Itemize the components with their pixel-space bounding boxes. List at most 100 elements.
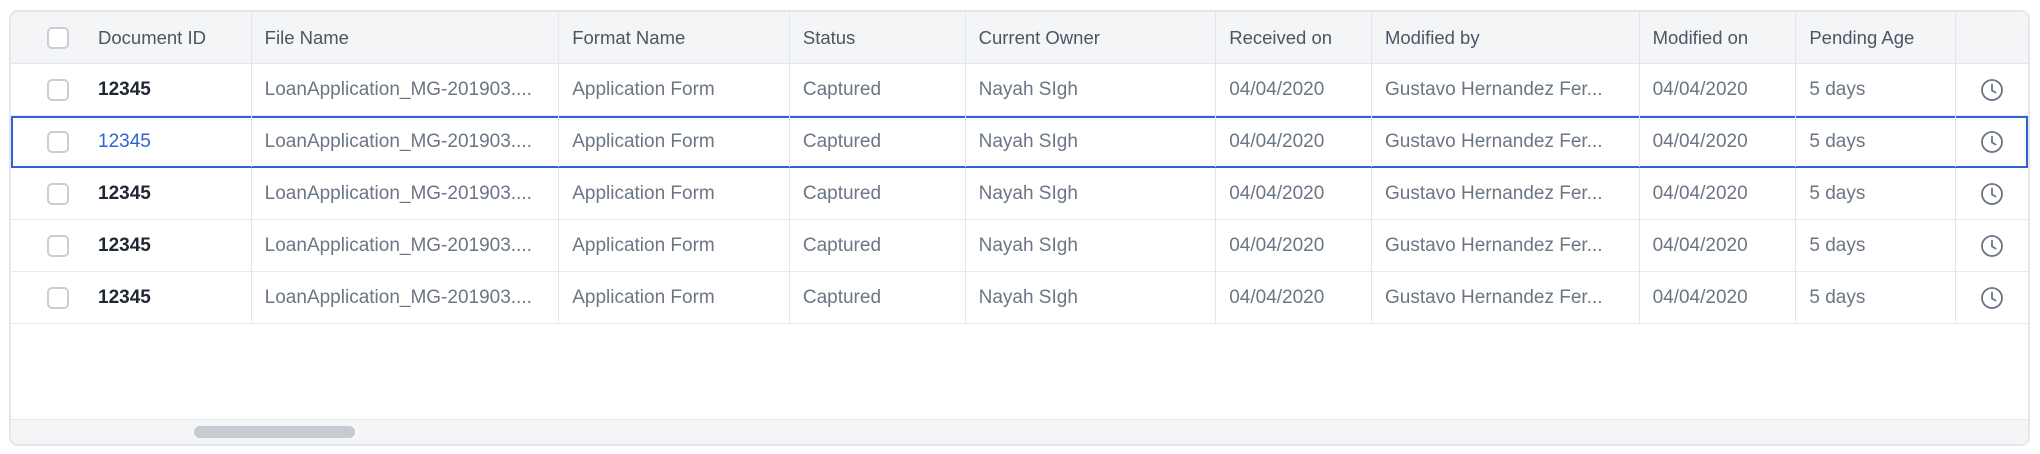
received-date: 04/04/2020 [1229, 130, 1325, 152]
clock-icon[interactable] [1980, 234, 2004, 258]
row-checkbox[interactable] [47, 78, 69, 101]
clock-icon[interactable] [1980, 130, 2004, 154]
cell-document-id: 12345 [11, 64, 252, 115]
format-name: Application Form [572, 78, 715, 100]
cell-modified-by: Gustavo Hernandez Fer... [1372, 64, 1640, 115]
table-row[interactable]: 12345 LoanApplication_MG-201903.... Appl… [11, 168, 2028, 220]
status-text: Captured [802, 78, 882, 100]
cell-format-name: Application Form [559, 64, 790, 115]
header-label: Format Name [572, 26, 686, 48]
modified-by-name: Gustavo Hernandez Fer... [1384, 78, 1603, 100]
header-label: Modified by [1384, 26, 1480, 48]
modified-by-name: Gustavo Hernandez Fer... [1384, 130, 1603, 152]
format-name: Application Form [572, 130, 715, 152]
cell-format-name: Application Form [559, 116, 790, 167]
cell-status: Captured [790, 272, 966, 323]
document-id-link[interactable]: 12345 [98, 79, 151, 101]
file-name: LoanApplication_MG-201903.... [264, 130, 532, 152]
clock-icon[interactable] [1980, 182, 2004, 206]
cell-received-on: 04/04/2020 [1216, 168, 1372, 219]
cell-received-on: 04/04/2020 [1216, 220, 1372, 271]
header-modified-by[interactable]: Modified by [1372, 12, 1640, 63]
row-checkbox[interactable] [47, 130, 69, 153]
table-row[interactable]: 12345 LoanApplication_MG-201903.... Appl… [11, 220, 2028, 272]
table-row[interactable]: 12345 LoanApplication_MG-201903.... Appl… [11, 116, 2028, 168]
cell-format-name: Application Form [559, 272, 790, 323]
table-row[interactable]: 12345 LoanApplication_MG-201903.... Appl… [11, 272, 2028, 324]
clock-icon[interactable] [1980, 78, 2004, 102]
row-checkbox[interactable] [47, 286, 69, 309]
modified-by-name: Gustavo Hernandez Fer... [1384, 234, 1603, 256]
cell-status: Captured [790, 64, 966, 115]
cell-document-id: 12345 [11, 116, 252, 167]
header-modified-on[interactable]: Modified on [1640, 12, 1797, 63]
cell-current-owner: Nayah SIgh [966, 116, 1217, 167]
status-text: Captured [802, 130, 882, 152]
document-id-link[interactable]: 12345 [98, 235, 151, 257]
header-format-name[interactable]: Format Name [559, 12, 790, 63]
header-label: Status [802, 26, 856, 48]
header-file-name[interactable]: File Name [252, 12, 560, 63]
header-status[interactable]: Status [790, 12, 966, 63]
pending-age: 5 days [1809, 182, 1866, 204]
cell-pending-age: 5 days [1796, 64, 1957, 115]
cell-format-name: Application Form [559, 220, 790, 271]
pending-age: 5 days [1809, 78, 1866, 100]
document-id-link[interactable]: 12345 [98, 183, 151, 205]
owner-name: Nayah SIgh [978, 286, 1078, 308]
modified-by-name: Gustavo Hernandez Fer... [1384, 286, 1603, 308]
cell-status: Captured [790, 116, 966, 167]
cell-file-name: LoanApplication_MG-201903.... [252, 220, 560, 271]
row-checkbox[interactable] [47, 182, 69, 205]
header-label: Pending Age [1809, 26, 1915, 48]
status-text: Captured [802, 182, 882, 204]
header-document-id[interactable]: Document ID [11, 12, 252, 63]
format-name: Application Form [572, 234, 715, 256]
cell-pending-age: 5 days [1796, 168, 1957, 219]
header-label: Received on [1229, 26, 1333, 48]
select-all-checkbox[interactable] [47, 26, 69, 49]
status-text: Captured [802, 286, 882, 308]
document-id-link[interactable]: 12345 [98, 287, 151, 309]
file-name: LoanApplication_MG-201903.... [264, 286, 532, 308]
cell-pending-age: 5 days [1796, 220, 1957, 271]
header-actions [1956, 12, 2028, 63]
cell-modified-on: 04/04/2020 [1640, 64, 1797, 115]
modified-date: 04/04/2020 [1652, 130, 1748, 152]
cell-modified-on: 04/04/2020 [1640, 220, 1797, 271]
cell-modified-on: 04/04/2020 [1640, 272, 1797, 323]
cell-status: Captured [790, 220, 966, 271]
cell-current-owner: Nayah SIgh [966, 220, 1217, 271]
file-name: LoanApplication_MG-201903.... [264, 234, 532, 256]
received-date: 04/04/2020 [1229, 78, 1325, 100]
cell-current-owner: Nayah SIgh [966, 168, 1217, 219]
table-row[interactable]: 12345 LoanApplication_MG-201903.... Appl… [11, 64, 2028, 116]
scrollbar-thumb[interactable] [194, 426, 355, 438]
clock-icon[interactable] [1980, 286, 2004, 310]
document-id-link[interactable]: 12345 [98, 131, 151, 153]
cell-file-name: LoanApplication_MG-201903.... [252, 168, 560, 219]
cell-status: Captured [790, 168, 966, 219]
horizontal-scrollbar[interactable] [11, 419, 2028, 444]
cell-document-id: 12345 [11, 220, 252, 271]
cell-received-on: 04/04/2020 [1216, 272, 1372, 323]
header-received-on[interactable]: Received on [1216, 12, 1372, 63]
owner-name: Nayah SIgh [978, 78, 1078, 100]
cell-pending-age: 5 days [1796, 116, 1957, 167]
header-pending-age[interactable]: Pending Age [1796, 12, 1957, 63]
format-name: Application Form [572, 182, 715, 204]
pending-age: 5 days [1809, 130, 1866, 152]
header-label: Document ID [98, 26, 206, 48]
cell-actions [1956, 168, 2028, 219]
pending-age: 5 days [1809, 286, 1866, 308]
table-header: Document ID File Name Format Name Status… [11, 12, 2028, 64]
row-checkbox[interactable] [47, 234, 69, 257]
header-current-owner[interactable]: Current Owner [966, 12, 1217, 63]
owner-name: Nayah SIgh [978, 182, 1078, 204]
cell-modified-on: 04/04/2020 [1640, 168, 1797, 219]
cell-modified-by: Gustavo Hernandez Fer... [1372, 220, 1640, 271]
cell-file-name: LoanApplication_MG-201903.... [252, 64, 560, 115]
cell-current-owner: Nayah SIgh [966, 272, 1217, 323]
file-name: LoanApplication_MG-201903.... [264, 182, 532, 204]
received-date: 04/04/2020 [1229, 234, 1325, 256]
